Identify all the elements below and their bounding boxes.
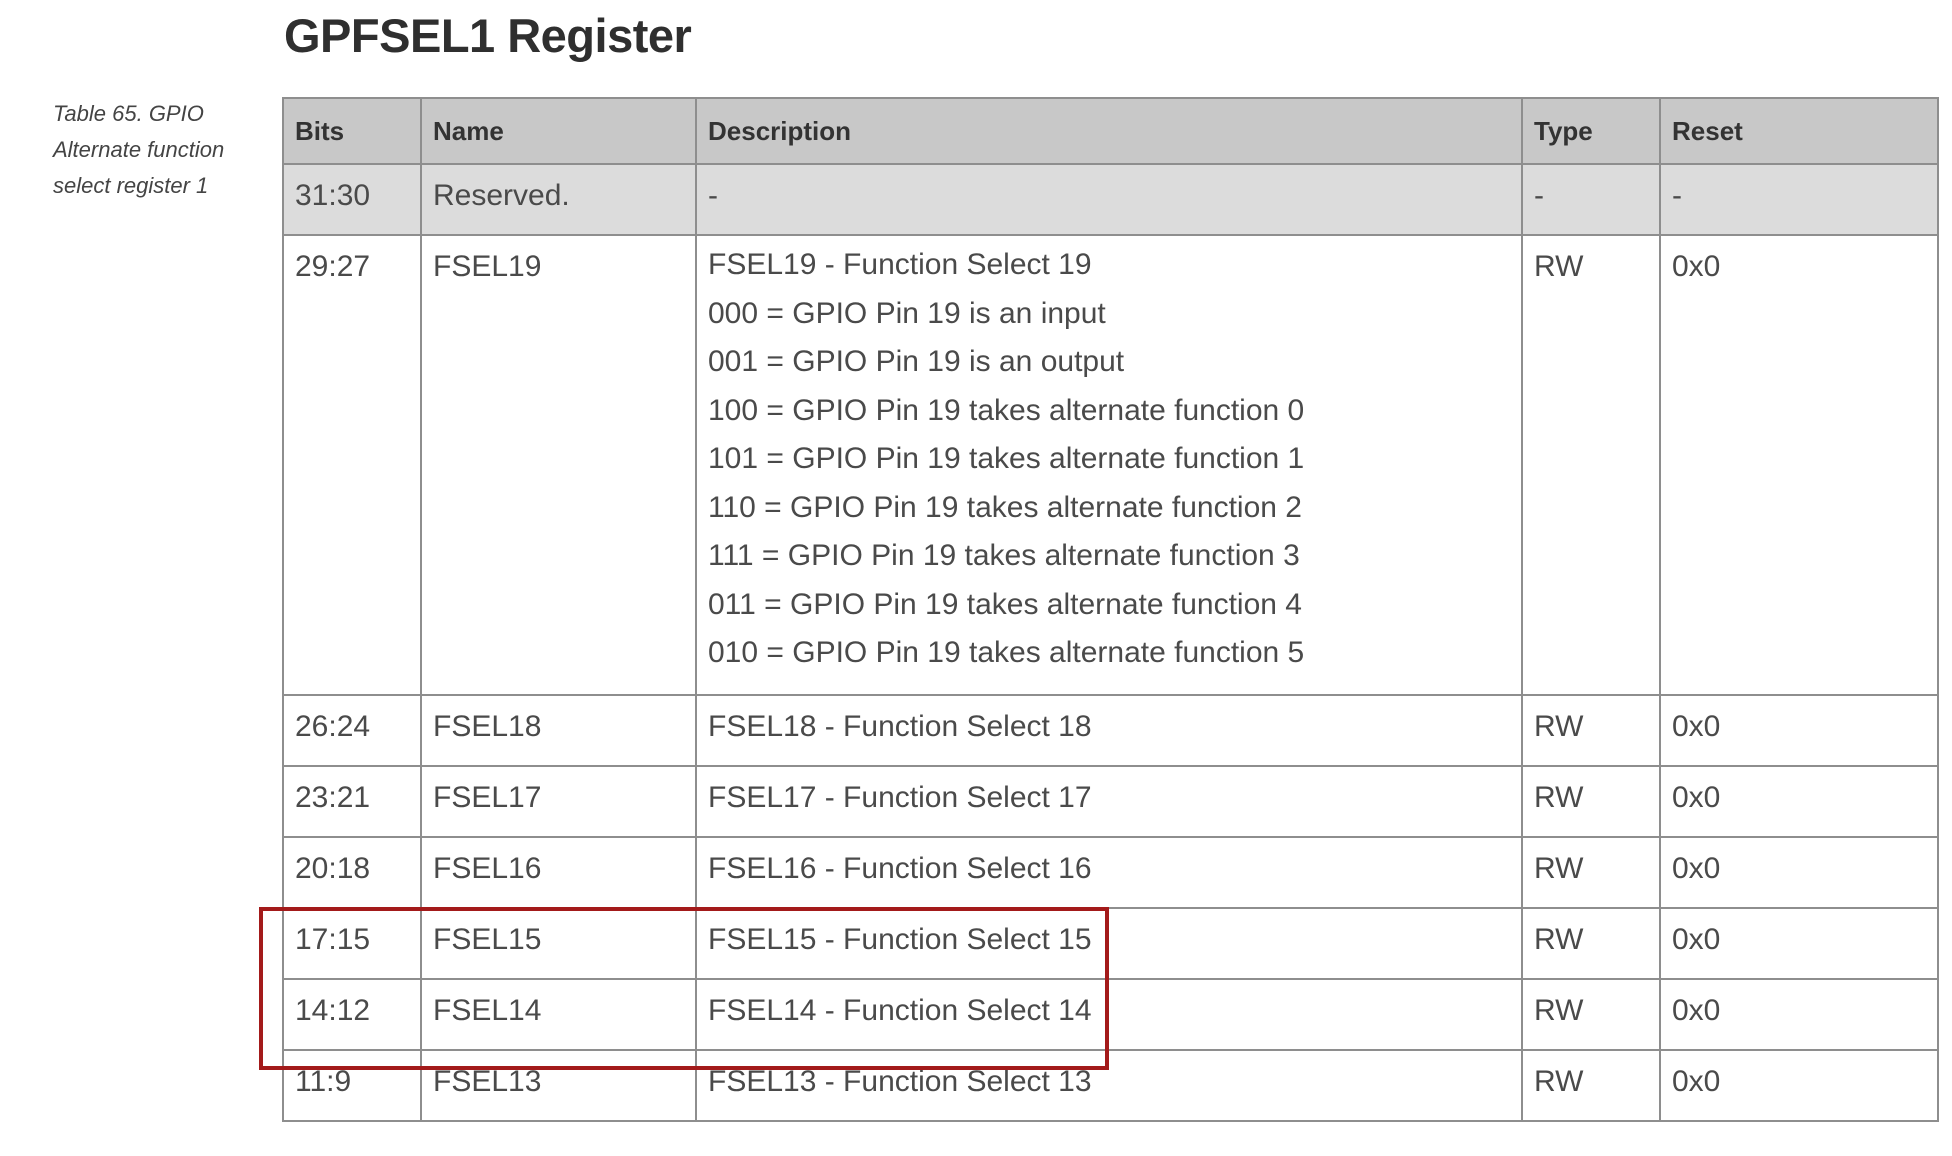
register-table: Bits Name Description Type Reset 31:30 R…	[282, 97, 1939, 1122]
cell-bits: 29:27	[282, 234, 422, 696]
table-header-row: Bits Name Description Type Reset	[282, 97, 1939, 165]
cell-type: RW	[1521, 907, 1661, 980]
column-header-bits: Bits	[282, 97, 422, 165]
cell-type: RW	[1521, 765, 1661, 838]
cell-reset: 0x0	[1659, 978, 1939, 1051]
description-line: 010 = GPIO Pin 19 takes alternate functi…	[708, 636, 1305, 669]
cell-description: FSEL19 - Function Select 19 000 = GPIO P…	[695, 234, 1523, 696]
page-title: GPFSEL1 Register	[284, 9, 692, 62]
cell-reset: -	[1659, 163, 1939, 236]
description-line: 000 = GPIO Pin 19 is an input	[708, 296, 1106, 330]
cell-description: FSEL16 - Function Select 16	[695, 836, 1523, 909]
cell-bits: 26:24	[282, 694, 422, 767]
table-row: 11:9 FSEL13 FSEL13 - Function Select 13 …	[282, 1049, 1939, 1122]
cell-description: -	[695, 163, 1523, 236]
cell-bits: 20:18	[282, 836, 422, 909]
cell-name: FSEL19	[420, 234, 697, 696]
cell-bits: 31:30	[282, 163, 422, 236]
cell-name: FSEL15	[420, 907, 697, 980]
table-row-reserved: 31:30 Reserved. - - -	[282, 163, 1939, 236]
cell-type: RW	[1521, 978, 1661, 1051]
cell-reset: 0x0	[1659, 694, 1939, 767]
description-line: 110 = GPIO Pin 19 takes alternate functi…	[708, 490, 1302, 524]
column-header-description: Description	[695, 97, 1523, 165]
table-row: 23:21 FSEL17 FSEL17 - Function Select 17…	[282, 765, 1939, 838]
table-caption: Table 65. GPIO Alternate function select…	[53, 101, 225, 198]
cell-type: -	[1521, 163, 1661, 236]
table-row: 14:12 FSEL14 FSEL14 - Function Select 14…	[282, 978, 1939, 1051]
cell-type: RW	[1521, 836, 1661, 909]
cell-reset: 0x0	[1659, 1049, 1939, 1122]
cell-name: FSEL13	[420, 1049, 697, 1122]
cell-type: RW	[1521, 1049, 1661, 1122]
cell-reset: 0x0	[1659, 234, 1939, 696]
cell-description: FSEL13 - Function Select 13	[695, 1049, 1523, 1122]
description-line: 011 = GPIO Pin 19 takes alternate functi…	[708, 587, 1302, 621]
table-row: 17:15 FSEL15 FSEL15 - Function Select 15…	[282, 907, 1939, 980]
cell-name: Reserved.	[420, 163, 697, 236]
cell-description: FSEL15 - Function Select 15	[695, 907, 1523, 980]
table-row: 20:18 FSEL16 FSEL16 - Function Select 16…	[282, 836, 1939, 909]
cell-name: FSEL14	[420, 978, 697, 1051]
column-header-reset: Reset	[1659, 97, 1939, 165]
column-header-name: Name	[420, 97, 697, 165]
column-header-type: Type	[1521, 97, 1661, 165]
cell-type: RW	[1521, 694, 1661, 767]
description-line: 100 = GPIO Pin 19 takes alternate functi…	[708, 393, 1305, 427]
cell-bits: 14:12	[282, 978, 422, 1051]
table-row: 26:24 FSEL18 FSEL18 - Function Select 18…	[282, 694, 1939, 767]
cell-bits: 11:9	[282, 1049, 422, 1122]
description-line: FSEL19 - Function Select 19	[708, 248, 1092, 281]
cell-name: FSEL18	[420, 694, 697, 767]
cell-bits: 17:15	[282, 907, 422, 980]
cell-type: RW	[1521, 234, 1661, 696]
cell-reset: 0x0	[1659, 836, 1939, 909]
cell-description: FSEL14 - Function Select 14	[695, 978, 1523, 1051]
description-line: 101 = GPIO Pin 19 takes alternate functi…	[708, 442, 1305, 475]
cell-reset: 0x0	[1659, 907, 1939, 980]
cell-bits: 23:21	[282, 765, 422, 838]
table-row-fsel19: 29:27 FSEL19 FSEL19 - Function Select 19…	[282, 234, 1939, 696]
cell-description: FSEL17 - Function Select 17	[695, 765, 1523, 838]
description-line: 001 = GPIO Pin 19 is an output	[708, 345, 1125, 378]
cell-name: FSEL17	[420, 765, 697, 838]
description-line: 111 = GPIO Pin 19 takes alternate functi…	[708, 539, 1300, 572]
cell-name: FSEL16	[420, 836, 697, 909]
cell-description: FSEL18 - Function Select 18	[695, 694, 1523, 767]
cell-reset: 0x0	[1659, 765, 1939, 838]
